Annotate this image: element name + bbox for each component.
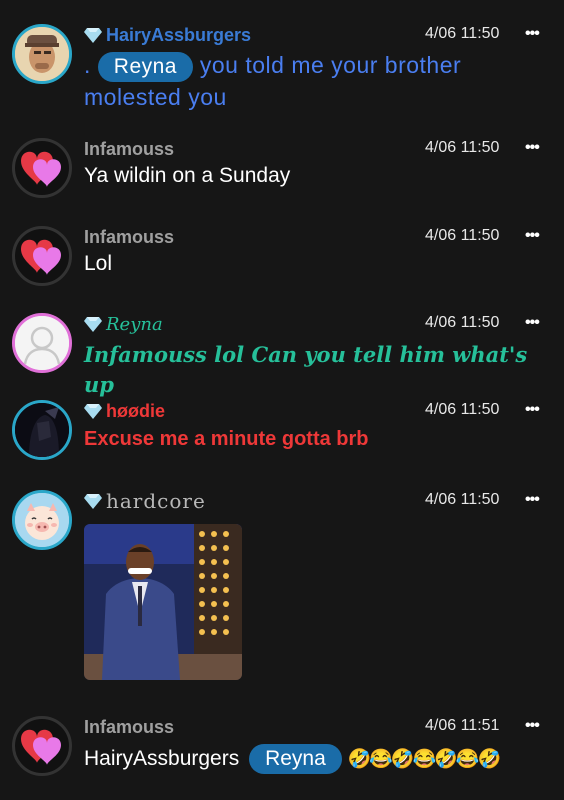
more-options-icon[interactable]: ••• <box>525 25 540 43</box>
message-text: Excuse me a minute gotta brb <box>84 428 369 450</box>
message-text: Ya wildin on a Sunday <box>84 164 291 187</box>
more-options-icon[interactable]: ••• <box>525 314 540 332</box>
default-user-icon <box>15 316 69 370</box>
diamond-icon <box>84 28 102 43</box>
more-options-icon[interactable]: ••• <box>525 139 540 157</box>
message-text-line2: molested you <box>84 84 227 110</box>
username[interactable]: Reyna <box>106 314 163 335</box>
diamond-icon <box>84 317 102 332</box>
mention-text: HairyAssburgers <box>84 747 240 770</box>
username[interactable]: Infamouss <box>84 227 174 248</box>
more-options-icon[interactable]: ••• <box>525 227 540 245</box>
pig-icon <box>15 493 69 547</box>
message-header: HairyAssburgers <box>84 24 251 46</box>
meme-gif-image <box>84 524 242 680</box>
message-text: . Reyna you told me your brother moleste… <box>84 50 461 112</box>
mention-pill[interactable]: Reyna <box>249 744 342 774</box>
timestamp: 4/06 11:50 <box>425 401 500 418</box>
diamond-icon <box>84 404 102 419</box>
username[interactable]: høødie <box>106 401 165 422</box>
message-header: Infamouss <box>84 226 174 248</box>
diamond-icon <box>84 494 102 509</box>
timestamp: 4/06 11:50 <box>425 227 500 244</box>
timestamp: 4/06 11:50 <box>425 139 500 156</box>
timestamp: 4/06 11:50 <box>425 314 500 331</box>
message-header: Infamouss <box>84 138 174 160</box>
message-prefix: . <box>84 52 91 78</box>
avatar[interactable] <box>12 716 72 776</box>
avatar[interactable] <box>12 313 72 373</box>
message-text: Lol <box>84 252 113 275</box>
message-header: Reyna <box>84 313 163 335</box>
message-text: Infamouss lol Can you tell him what's up <box>84 342 528 397</box>
user-photo-icon <box>15 27 69 81</box>
message-text-line1: you told me your brother <box>199 52 462 78</box>
hooded-figure-icon <box>15 403 69 457</box>
more-options-icon[interactable]: ••• <box>525 401 540 419</box>
avatar[interactable] <box>12 226 72 286</box>
avatar[interactable] <box>12 490 72 550</box>
username[interactable]: Infamouss <box>84 139 174 160</box>
more-options-icon[interactable]: ••• <box>525 717 540 735</box>
username[interactable]: hardcore <box>106 489 206 513</box>
meme-image[interactable] <box>84 524 242 680</box>
message-text: HairyAssburgers Reyna 🤣😂🤣😂🤣😂🤣 <box>84 744 502 775</box>
hearts-icon <box>21 151 61 187</box>
more-options-icon[interactable]: ••• <box>525 491 540 509</box>
username[interactable]: HairyAssburgers <box>106 25 251 46</box>
avatar[interactable] <box>12 24 72 84</box>
hearts-icon <box>21 729 61 765</box>
message-header: Infamouss <box>84 716 174 738</box>
timestamp: 4/06 11:51 <box>425 717 500 734</box>
message-header: høødie <box>84 400 165 422</box>
message-header: hardcore <box>84 489 206 513</box>
username[interactable]: Infamouss <box>84 717 174 738</box>
emoji-row: 🤣😂🤣😂🤣😂🤣 <box>347 749 502 770</box>
avatar[interactable] <box>12 400 72 460</box>
mention-pill[interactable]: Reyna <box>97 52 193 82</box>
timestamp: 4/06 11:50 <box>425 25 500 42</box>
avatar[interactable] <box>12 138 72 198</box>
hearts-icon <box>21 239 61 275</box>
timestamp: 4/06 11:50 <box>425 491 500 508</box>
